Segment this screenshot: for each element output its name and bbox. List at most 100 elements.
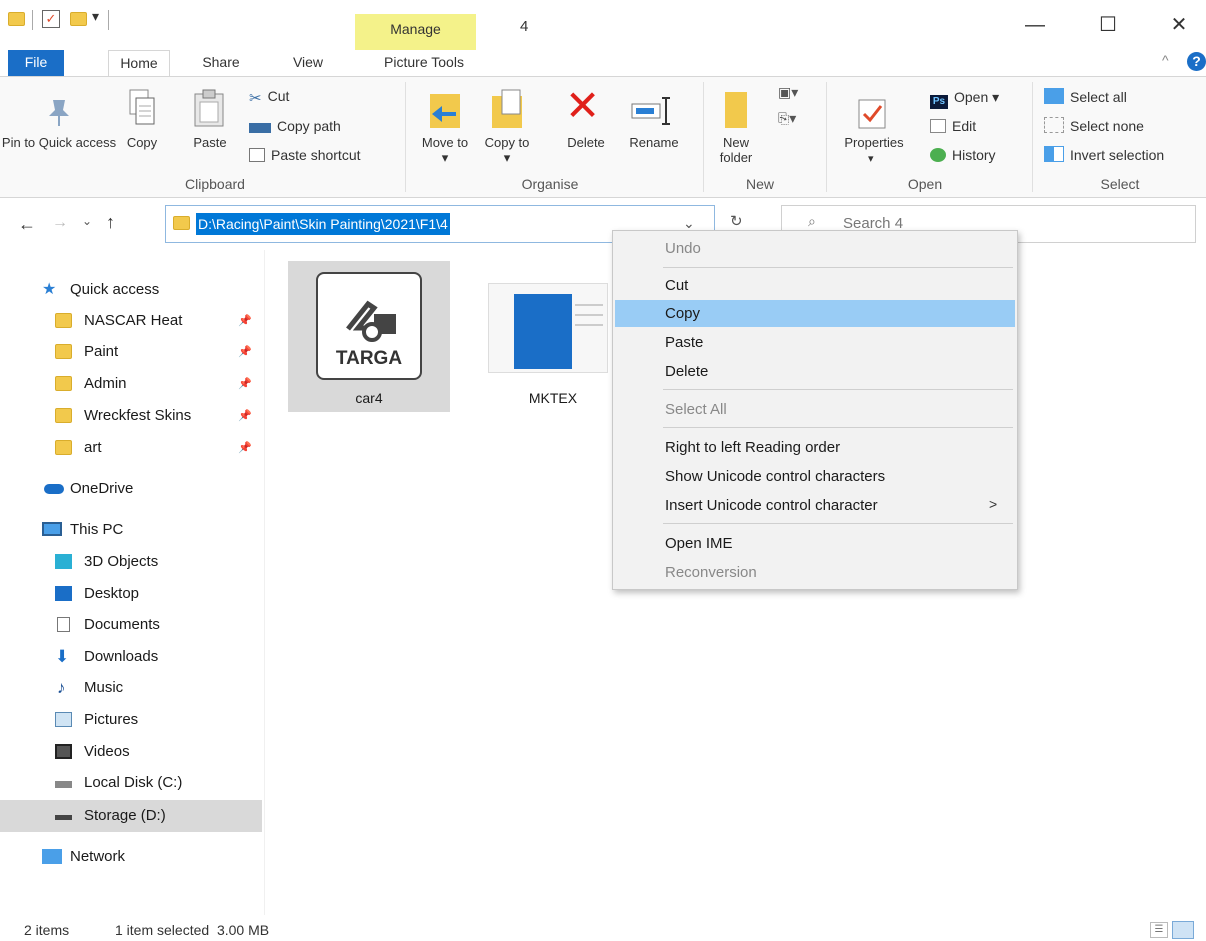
search-icon: ⌕ — [808, 213, 816, 229]
tab-view[interactable]: View — [283, 50, 333, 76]
nav-label: Storage (D:) — [84, 807, 166, 824]
new-item-icon[interactable]: ▣▾ — [778, 84, 798, 101]
nav-item-documents[interactable]: Documents — [0, 611, 262, 639]
menu-item-delete[interactable]: Delete — [615, 358, 1015, 385]
nav-label: Quick access — [70, 281, 160, 298]
properties-button[interactable]: Properties — [834, 135, 914, 150]
copy-to-button[interactable]: Copy to ▾ — [482, 135, 532, 165]
copy-to-icon — [490, 88, 526, 130]
menu-item-cut[interactable]: Cut — [615, 272, 1015, 299]
menu-item-copy[interactable]: Copy — [615, 300, 1015, 327]
nav-onedrive[interactable]: OneDrive — [0, 475, 262, 503]
details-view-icon[interactable]: ☰ — [1150, 922, 1168, 938]
nav-item-art[interactable]: art 📌 — [0, 434, 262, 462]
photoshop-icon: Ps — [930, 95, 948, 109]
easy-access-icon[interactable]: ⎘▾ — [778, 110, 796, 127]
rename-button[interactable]: Rename — [620, 135, 688, 150]
menu-item-insert-unicode-control[interactable]: Insert Unicode control character — [615, 492, 1015, 519]
nav-item-local-disk-c[interactable]: Local Disk (C:) — [0, 769, 262, 797]
menu-item-paste[interactable]: Paste — [615, 329, 1015, 356]
nav-quick-access[interactable]: ★ Quick access — [0, 276, 262, 304]
properties-qa-icon[interactable]: ✓ — [42, 10, 60, 28]
select-all-label: Select all — [1070, 89, 1127, 105]
nav-item-admin[interactable]: Admin 📌 — [0, 370, 262, 398]
open-button[interactable]: Ps Open ▾ — [930, 86, 999, 109]
invert-selection-button[interactable]: Invert selection — [1044, 144, 1164, 166]
copy-path-button[interactable]: Copy path — [249, 115, 341, 137]
history-button[interactable]: History — [930, 144, 996, 166]
thumbnail-line — [575, 324, 603, 326]
folder-icon — [55, 440, 72, 455]
paste-shortcut-button[interactable]: Paste shortcut — [249, 144, 361, 166]
group-separator — [405, 82, 406, 192]
nav-this-pc[interactable]: This PC — [0, 516, 262, 544]
copy-icon — [128, 88, 156, 126]
nav-label: Downloads — [84, 648, 159, 665]
move-to-button[interactable]: Move to ▾ — [420, 135, 470, 165]
nav-item-music[interactable]: ♪ Music — [0, 674, 262, 702]
paste-icon — [193, 88, 225, 128]
select-none-button[interactable]: Select none — [1044, 115, 1144, 137]
maximize-button[interactable]: ☐ — [1093, 12, 1123, 38]
nav-item-paint[interactable]: Paint 📌 — [0, 338, 262, 366]
forward-button[interactable]: → — [52, 214, 68, 232]
minimize-button[interactable]: — — [1020, 12, 1050, 38]
status-item-count: 2 items — [24, 922, 70, 938]
desktop-icon — [55, 586, 72, 601]
menu-item-show-unicode-control[interactable]: Show Unicode control characters — [615, 463, 1015, 490]
folder-icon — [55, 408, 72, 423]
pin-to-quick-access-button[interactable]: Pin to Quick access — [0, 135, 118, 150]
nav-item-storage-d[interactable]: Storage (D:) — [0, 800, 262, 832]
customize-qa-icon[interactable]: ▾ — [92, 8, 99, 25]
refresh-icon[interactable]: ↻ — [730, 212, 743, 230]
paste-shortcut-label: Paste shortcut — [271, 147, 361, 163]
cut-label: Cut — [267, 88, 290, 104]
select-all-button[interactable]: Select all — [1044, 86, 1127, 108]
nav-network[interactable]: Network — [0, 843, 262, 871]
file-name: MKTEX — [528, 390, 578, 406]
tab-share[interactable]: Share — [195, 50, 247, 76]
divider — [32, 10, 33, 30]
file-thumbnail-mktex[interactable] — [488, 283, 608, 373]
paste-button[interactable]: Paste — [184, 135, 236, 150]
thumbnail-image — [514, 294, 572, 369]
tab-picture-tools[interactable]: Picture Tools — [368, 50, 480, 76]
up-button[interactable]: ↑ — [106, 212, 115, 233]
window-title: 4 — [520, 18, 529, 35]
cloud-icon — [44, 484, 64, 494]
nav-item-nascar-heat[interactable]: NASCAR Heat 📌 — [0, 307, 262, 335]
help-icon[interactable]: ? — [1187, 52, 1206, 71]
menu-item-undo[interactable]: Undo — [615, 235, 1015, 262]
tab-home[interactable]: Home — [108, 50, 170, 78]
nav-item-downloads[interactable]: ⬇ Downloads — [0, 643, 262, 671]
nav-item-pictures[interactable]: Pictures — [0, 706, 262, 734]
back-button[interactable]: ← — [18, 214, 36, 235]
nav-item-videos[interactable]: Videos — [0, 738, 262, 766]
edit-button[interactable]: Edit — [930, 115, 976, 137]
close-button[interactable]: ✕ — [1164, 12, 1194, 38]
delete-button[interactable]: Delete — [556, 135, 616, 150]
address-input[interactable]: D:\Racing\Paint\Skin Painting\2021\F1\4 — [196, 213, 450, 235]
pane-divider[interactable] — [264, 250, 265, 915]
menu-item-open-ime[interactable]: Open IME — [615, 530, 1015, 557]
new-folder-button[interactable]: New folder — [712, 135, 760, 165]
nav-label: art — [84, 439, 102, 456]
recent-locations-button[interactable]: ⌄ — [82, 214, 92, 228]
collapse-ribbon-button[interactable]: ^ — [1162, 52, 1169, 68]
nav-item-desktop[interactable]: Desktop — [0, 580, 262, 608]
menu-item-reconversion[interactable]: Reconversion — [615, 559, 1015, 586]
nav-item-3d-objects[interactable]: 3D Objects — [0, 548, 262, 576]
tab-file[interactable]: File — [8, 50, 64, 76]
large-icons-view-icon[interactable] — [1172, 921, 1194, 939]
manage-tab[interactable]: Manage — [355, 14, 476, 50]
properties-dropdown-icon[interactable]: ▾ — [868, 152, 874, 165]
nav-item-wreckfest-skins[interactable]: Wreckfest Skins 📌 — [0, 402, 262, 430]
new-folder-qa-icon[interactable] — [70, 12, 87, 26]
cut-button[interactable]: ✂ Cut — [249, 85, 289, 107]
menu-item-rtl-reading-order[interactable]: Right to left Reading order — [615, 434, 1015, 461]
menu-item-select-all[interactable]: Select All — [615, 396, 1015, 423]
copy-button[interactable]: Copy — [118, 135, 166, 150]
file-name: car4 — [355, 390, 383, 406]
explorer-window: ✓ ▾ Manage 4 — ☐ ✕ File Home Share View … — [0, 0, 1206, 941]
film-icon — [55, 744, 72, 759]
